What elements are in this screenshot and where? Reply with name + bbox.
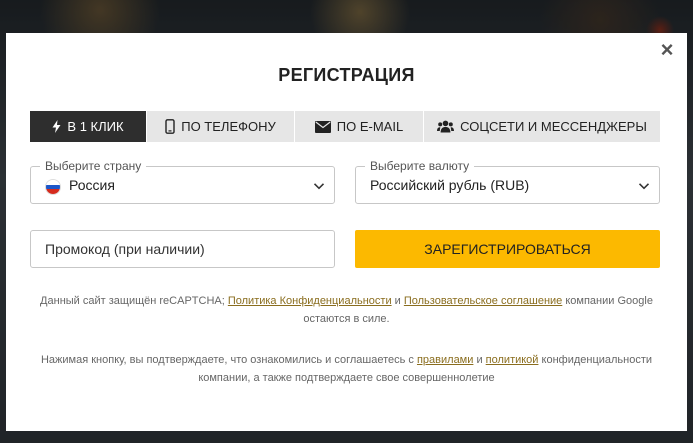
country-select-value: Россия [69,177,115,193]
promo-code-input[interactable] [30,230,335,268]
registration-tabs: В 1 КЛИК ПО ТЕЛЕФОНУ ПО E-MAIL СОЦСЕТИ И… [30,111,660,142]
chevron-down-icon [638,183,650,190]
russia-flag-icon [45,179,61,195]
tab-label: ПО ТЕЛЕФОНУ [181,119,276,134]
users-icon [437,120,455,133]
tab-one-click[interactable]: В 1 КЛИК [30,111,147,142]
currency-select-value: Российский рубль (RUB) [370,177,530,193]
policy-link[interactable]: политикой [486,354,539,366]
currency-select[interactable]: Выберите валюту Российский рубль (RUB) [355,159,660,204]
tab-label: ПО E-MAIL [336,119,404,134]
currency-select-label: Выберите валюту [365,159,475,173]
terms-of-service-link[interactable]: Пользовательское соглашение [404,295,562,307]
modal-title: РЕГИСТРАЦИЯ [278,65,415,85]
country-select[interactable]: Выберите страну Россия [30,159,335,204]
lightning-icon [52,120,61,133]
recaptcha-note: Данный сайт защищён reCAPTCHA; Политика … [26,292,667,328]
envelope-icon [314,120,331,133]
close-icon[interactable]: × [657,39,677,61]
consent-note-prefix: Нажимая кнопку, вы подтверждаете, что оз… [40,354,417,366]
chevron-down-icon [313,183,325,190]
tab-email[interactable]: ПО E-MAIL [295,111,424,142]
consent-note: Нажимая кнопку, вы подтверждаете, что оз… [26,351,667,387]
country-select-label: Выберите страну [40,159,147,173]
register-button[interactable]: ЗАРЕГИСТРИРОВАТЬСЯ [355,230,660,268]
registration-modal: × РЕГИСТРАЦИЯ В 1 КЛИК ПО ТЕЛЕФОНУ ПО E-… [6,33,687,431]
tab-label: СОЦСЕТИ И МЕССЕНДЖЕРЫ [460,119,647,134]
rules-link[interactable]: правилами [417,354,473,366]
recaptcha-note-and: и [391,295,404,307]
phone-icon [165,119,175,134]
tab-label: В 1 КЛИК [67,119,124,134]
privacy-policy-link[interactable]: Политика Конфиденциальности [228,295,392,307]
recaptcha-note-prefix: Данный сайт защищён reCAPTCHA; [40,295,228,307]
tab-phone[interactable]: ПО ТЕЛЕФОНУ [147,111,295,142]
consent-note-and: и [473,354,486,366]
tab-social[interactable]: СОЦСЕТИ И МЕССЕНДЖЕРЫ [424,111,660,142]
